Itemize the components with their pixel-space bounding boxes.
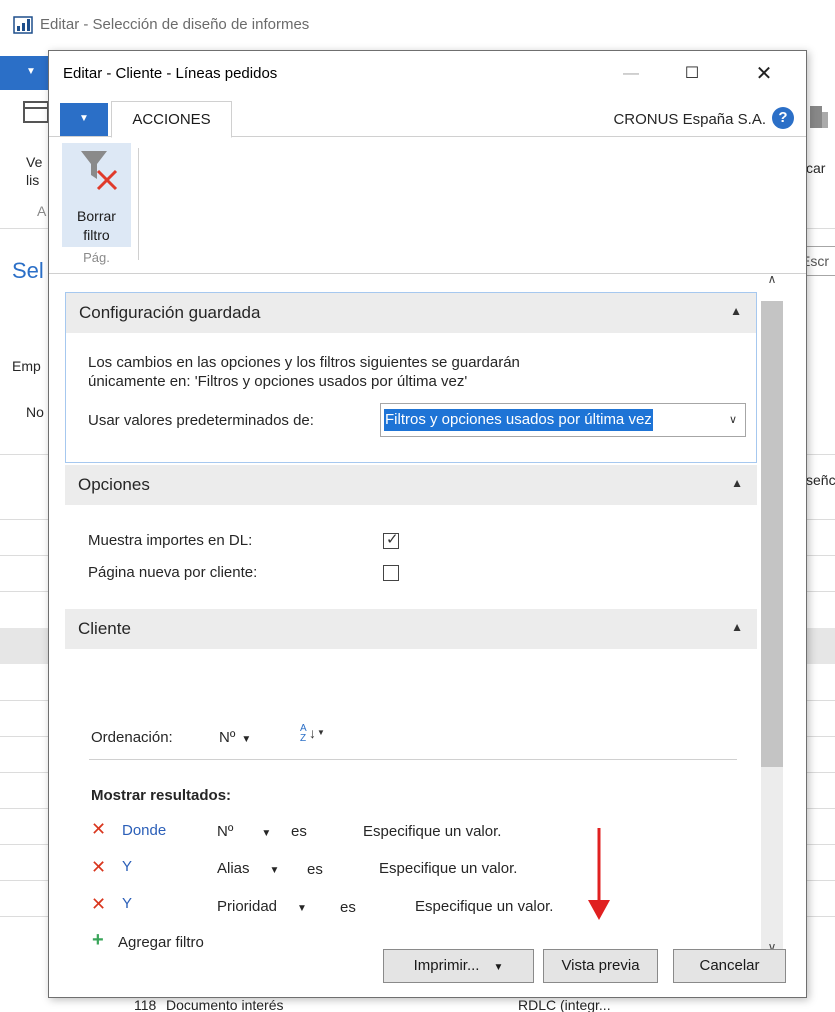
add-filter-icon[interactable]: + — [92, 929, 104, 952]
filter-field-value: Prioridad — [217, 898, 278, 915]
ribbon-group-label: Pág. — [83, 250, 110, 265]
company-name: CRONUS España S.A. — [613, 111, 766, 128]
close-button[interactable]: ✕ — [741, 57, 787, 91]
customer-header[interactable]: Cliente ▲ — [65, 609, 757, 649]
background-label-fragment: Ve — [26, 154, 43, 170]
print-button-label: Imprimir... — [413, 957, 480, 974]
background-column-fragment: señc — [806, 472, 835, 488]
maximize-button[interactable]: ☐ — [669, 57, 715, 91]
show-results-label: Mostrar resultados: — [91, 787, 232, 804]
sort-order-icon[interactable]: A Z ↓ ▼ — [299, 723, 325, 745]
clear-filter-button[interactable]: Borrar filtro — [62, 143, 131, 247]
minimize-button[interactable]: — — [608, 57, 654, 91]
print-button[interactable]: Imprimir... ▼ — [383, 949, 534, 983]
background-group-fragment: A — [37, 203, 47, 219]
background-row-id: 118 — [134, 997, 157, 1012]
filter-operator: es — [340, 899, 356, 916]
background-printer-icon — [810, 106, 828, 128]
defaults-select[interactable]: Filtros y opciones usados por última vez… — [380, 403, 746, 437]
saved-settings-title: Configuración guardada — [79, 303, 261, 322]
request-page-dialog: Editar - Cliente - Líneas pedidos — ☐ ✕ … — [48, 50, 807, 998]
show-lcy-label: Muestra importes en DL: — [88, 532, 253, 549]
chevron-down-icon: ∨ — [728, 414, 737, 426]
ribbon-tabs: ▼ ACCIONES CRONUS España S.A. ? — [49, 101, 806, 138]
chevron-down-icon: ▼ — [26, 66, 36, 77]
filter-value-input[interactable]: Especifique un valor. — [363, 823, 501, 840]
show-lcy-checkbox[interactable]: ✓ — [383, 531, 399, 549]
app-icon — [13, 16, 33, 34]
annotation-arrow-icon — [588, 828, 610, 920]
chevron-down-icon: ▼ — [261, 828, 272, 839]
dialog-title: Editar - Cliente - Líneas pedidos — [63, 65, 278, 82]
defaults-label: Usar valores predeterminados de: — [88, 412, 314, 429]
filter-field-select[interactable]: Alias ▼ — [217, 860, 279, 877]
filter-operator: es — [307, 861, 323, 878]
add-filter-link[interactable]: Agregar filtro — [118, 934, 204, 951]
background-menu-tab[interactable]: ▼ — [0, 56, 50, 90]
tab-acciones[interactable]: ACCIONES — [111, 101, 232, 138]
scroll-up-arrow-icon[interactable]: ∧ — [761, 272, 783, 292]
clear-filter-label-line1: Borrar — [77, 208, 116, 224]
new-page-checkbox[interactable] — [383, 565, 399, 581]
filter-conjunction[interactable]: Y — [122, 895, 132, 912]
saved-settings-header[interactable]: Configuración guardada ▲ — [66, 293, 756, 333]
check-icon: ✓ — [386, 531, 399, 548]
clear-filter-label: Borrar filtro — [62, 207, 131, 245]
sort-field-value: Nº — [219, 729, 236, 746]
background-page-title-fragment: Sel — [12, 258, 44, 283]
collapse-icon[interactable]: ▲ — [731, 620, 743, 634]
help-icon[interactable]: ? — [772, 107, 794, 129]
filter-field-value: Alias — [217, 860, 250, 877]
chevron-down-icon: ▼ — [79, 113, 89, 124]
filter-conjunction[interactable]: Y — [122, 858, 132, 875]
background-window-titlebar: Editar - Selección de diseño de informes — [0, 0, 835, 50]
collapse-icon[interactable]: ▲ — [731, 476, 743, 490]
ribbon-menu-button[interactable]: ▼ — [60, 103, 108, 136]
scrollbar-thumb[interactable] — [761, 301, 783, 767]
background-row-description: Documento interés — [166, 997, 284, 1012]
chevron-down-icon: ▼ — [241, 734, 252, 745]
background-label-fragment: lis — [26, 172, 40, 188]
options-header[interactable]: Opciones ▲ — [65, 465, 757, 505]
cancel-button[interactable]: Cancelar — [673, 949, 786, 983]
delete-filter-icon[interactable]: ✕ — [91, 894, 106, 915]
collapse-icon[interactable]: ▲ — [730, 304, 742, 318]
filter-operator: es — [291, 823, 307, 840]
background-column-fragment: No — [26, 404, 44, 420]
ribbon-group-separator — [138, 148, 139, 260]
background-window-title: Editar - Selección de diseño de informes — [40, 16, 310, 33]
preview-button[interactable]: Vista previa — [543, 949, 658, 983]
clear-filter-label-line2: filtro — [83, 227, 110, 243]
clear-filter-icon — [81, 151, 118, 191]
options-title: Opciones — [78, 475, 150, 494]
chevron-down-icon[interactable]: ▼ — [493, 962, 503, 973]
sort-label: Ordenación: — [91, 729, 173, 746]
background-section-fragment: Emp — [12, 358, 41, 374]
filter-separator — [89, 759, 737, 760]
ribbon-content: Borrar filtro Pág. — [49, 138, 806, 274]
filter-conjunction[interactable]: Donde — [122, 822, 166, 839]
filter-value-input[interactable]: Especifique un valor. — [379, 860, 517, 877]
filter-field-select[interactable]: Prioridad ▼ — [217, 898, 307, 915]
chevron-down-icon: ▼ — [297, 903, 307, 914]
defaults-select-value: Filtros y opciones usados por última vez — [384, 409, 653, 431]
new-page-label: Página nueva por cliente: — [88, 564, 258, 581]
dialog-content: Configuración guardada ▲ Los cambios en … — [65, 292, 757, 967]
chevron-down-icon: ▼ — [269, 865, 280, 876]
background-row-layout: RDLC (integr... — [518, 997, 611, 1012]
delete-filter-icon[interactable]: ✕ — [91, 819, 106, 840]
delete-filter-icon[interactable]: ✕ — [91, 857, 106, 878]
filter-field-select[interactable]: Nº ▼ — [217, 823, 271, 840]
filter-value-input[interactable]: Especifique un valor. — [415, 898, 553, 915]
sort-field-select[interactable]: Nº ▼ — [219, 729, 251, 746]
saved-settings-message: únicamente en: 'Filtros y opciones usado… — [88, 373, 468, 390]
saved-settings-message: Los cambios en las opciones y los filtro… — [88, 354, 520, 371]
background-label-fragment: car — [806, 160, 826, 176]
filter-field-value: Nº — [217, 823, 234, 840]
customer-title: Cliente — [78, 619, 131, 638]
